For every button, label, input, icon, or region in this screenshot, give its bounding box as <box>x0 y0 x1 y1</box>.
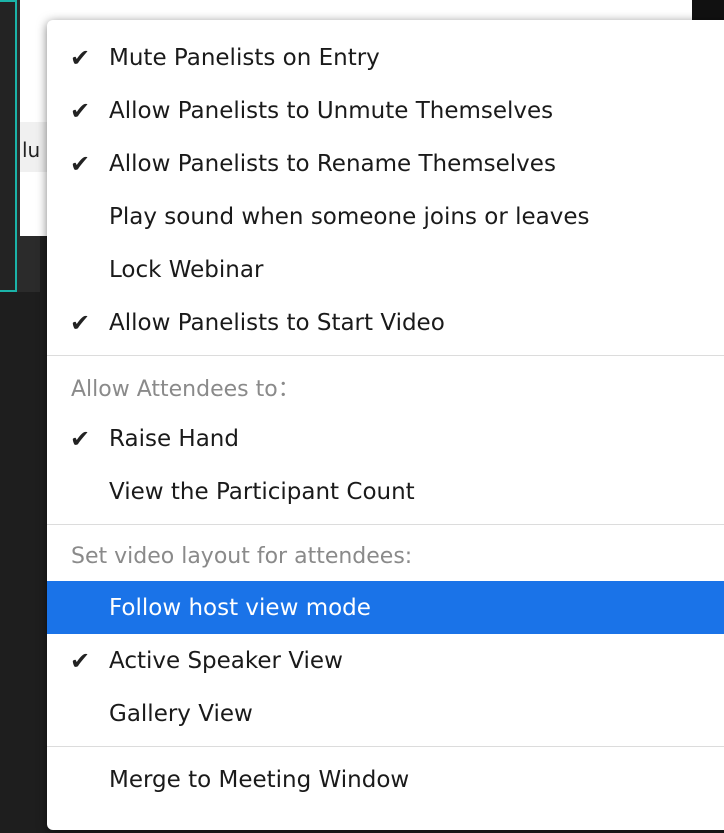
menu-item-allow-panelists-rename[interactable]: ✔ Allow Panelists to Rename Themselves <box>47 137 724 190</box>
menu-item-play-sound-join-leave[interactable]: Play sound when someone joins or leaves <box>47 190 724 243</box>
menu-item-label: Gallery View <box>109 700 253 727</box>
menu-item-label: Lock Webinar <box>109 256 264 283</box>
check-icon: ✔ <box>69 308 91 337</box>
menu-divider <box>47 524 724 525</box>
menu-item-label: Follow host view mode <box>109 594 371 621</box>
check-icon: ✔ <box>69 424 91 453</box>
menu-item-label: Raise Hand <box>109 425 239 452</box>
menu-divider <box>47 746 724 747</box>
menu-item-merge-to-meeting-window[interactable]: Merge to Meeting Window <box>47 753 724 806</box>
menu-item-label: Allow Panelists to Start Video <box>109 309 445 336</box>
check-icon: ✔ <box>69 43 91 72</box>
menu-item-view-participant-count[interactable]: View the Participant Count <box>47 465 724 518</box>
check-icon: ✔ <box>69 646 91 675</box>
check-icon: ✔ <box>69 149 91 178</box>
menu-item-label: Merge to Meeting Window <box>109 766 410 793</box>
menu-item-raise-hand[interactable]: ✔ Raise Hand <box>47 412 724 465</box>
background-window-edge <box>0 0 17 292</box>
menu-item-label: Mute Panelists on Entry <box>109 44 380 71</box>
menu-divider <box>47 355 724 356</box>
menu-item-mute-panelists-on-entry[interactable]: ✔ Mute Panelists on Entry <box>47 31 724 84</box>
menu-item-label: Active Speaker View <box>109 647 343 674</box>
menu-item-label: Play sound when someone joins or leaves <box>109 203 590 230</box>
background-peek-text: lu <box>22 138 41 162</box>
menu-item-follow-host-view-mode[interactable]: Follow host view mode <box>47 581 724 634</box>
menu-item-label: Allow Panelists to Rename Themselves <box>109 150 556 177</box>
menu-item-label: View the Participant Count <box>109 478 415 505</box>
menu-item-allow-panelists-start-video[interactable]: ✔ Allow Panelists to Start Video <box>47 296 724 349</box>
check-icon: ✔ <box>69 96 91 125</box>
menu-item-gallery-view[interactable]: Gallery View <box>47 687 724 740</box>
video-layout-section-header: Set video layout for attendees: <box>71 543 413 569</box>
menu-item-label: Allow Panelists to Unmute Themselves <box>109 97 554 124</box>
menu-item-lock-webinar[interactable]: Lock Webinar <box>47 243 724 296</box>
attendees-section-header: Allow Attendees to： <box>71 377 300 402</box>
webinar-options-menu: ✔ Mute Panelists on Entry ✔ Allow Paneli… <box>47 20 724 830</box>
menu-item-active-speaker-view[interactable]: ✔ Active Speaker View <box>47 634 724 687</box>
menu-item-allow-panelists-unmute[interactable]: ✔ Allow Panelists to Unmute Themselves <box>47 84 724 137</box>
